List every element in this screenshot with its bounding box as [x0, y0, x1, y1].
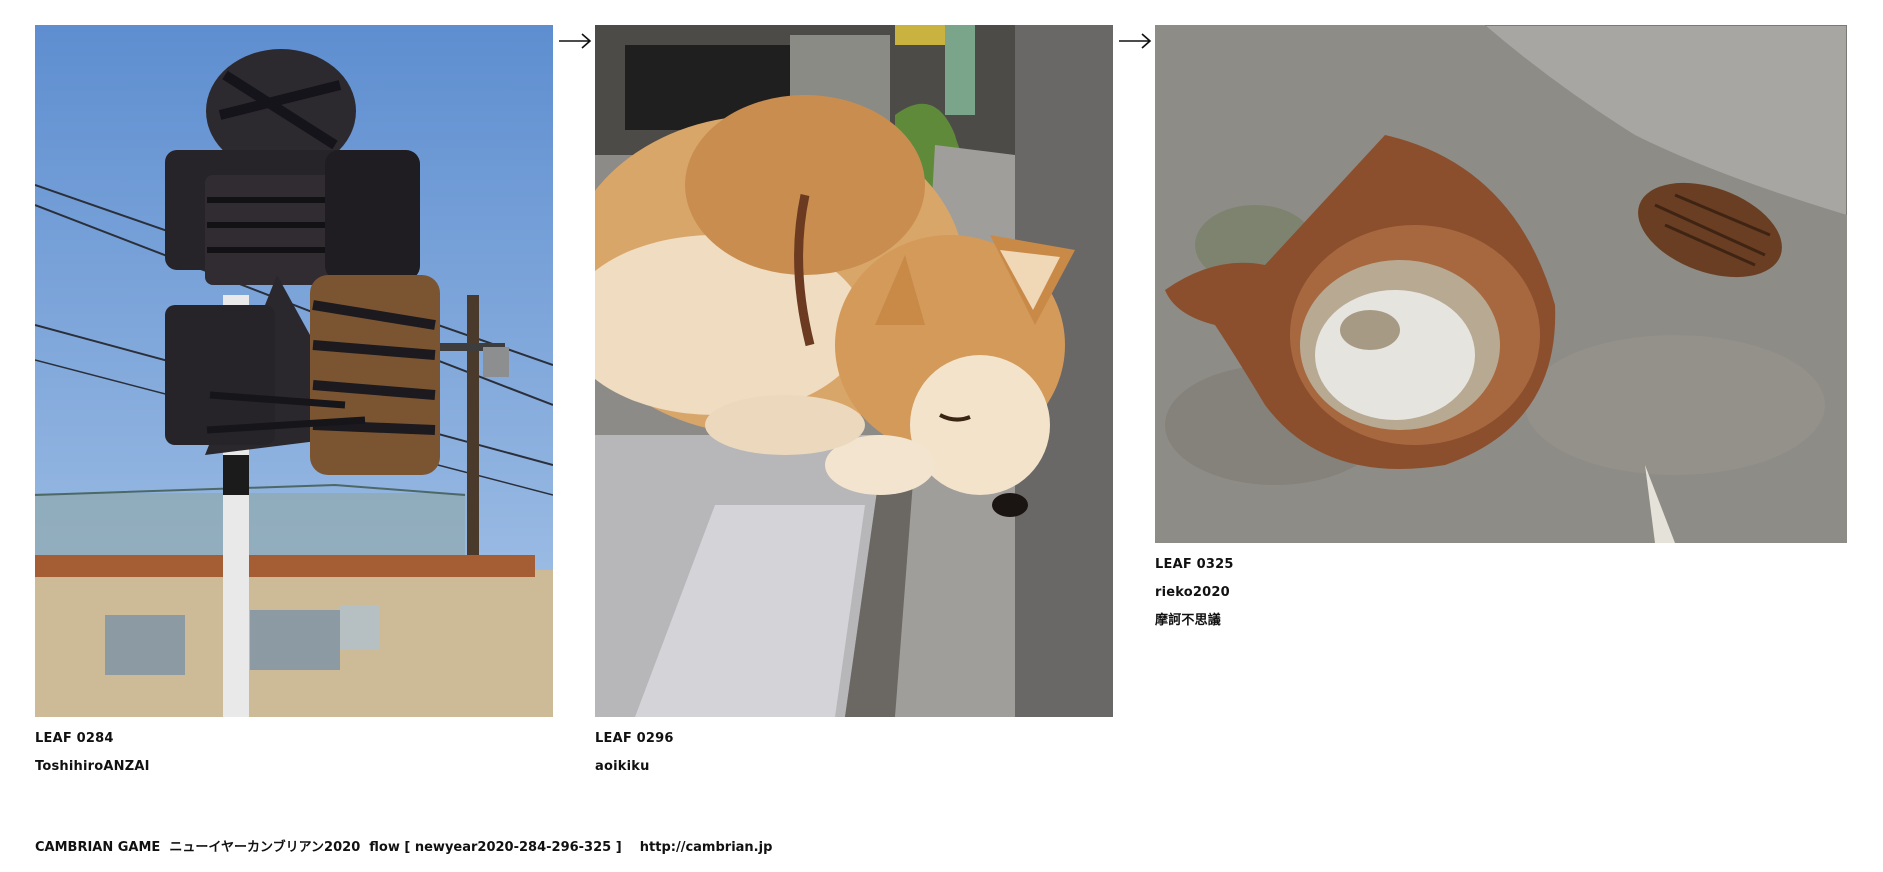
arrow-right-icon — [559, 33, 592, 49]
leaf-author[interactable]: aoikiku — [595, 753, 1113, 781]
leaf-card-0284[interactable]: LEAF 0284 ToshihiroANZAI — [35, 25, 553, 781]
leaf-photo-can[interactable] — [1155, 25, 1847, 543]
leaf-title: LEAF 0296 — [595, 731, 674, 746]
leaf-title: LEAF 0325 — [1155, 557, 1234, 572]
leaf-card-0296[interactable]: LEAF 0296 aoikiku — [595, 25, 1113, 781]
leaf-note: 摩訶不思議 — [1155, 613, 1222, 628]
leaf-photo-signs[interactable] — [35, 25, 553, 717]
leaf-title: LEAF 0284 — [35, 731, 114, 746]
leaf-author[interactable]: ToshihiroANZAI — [35, 753, 553, 781]
leaf-author[interactable]: rieko2020 — [1155, 579, 1847, 607]
arrow-right-icon — [1119, 33, 1152, 49]
footer-credit: CAMBRIAN GAME ニューイヤーカンブリアン2020 flow [ ne… — [35, 840, 773, 855]
leaf-photo-dog[interactable] — [595, 25, 1113, 717]
leaf-card-0325[interactable]: LEAF 0325 rieko2020 摩訶不思議 — [1155, 25, 1847, 635]
